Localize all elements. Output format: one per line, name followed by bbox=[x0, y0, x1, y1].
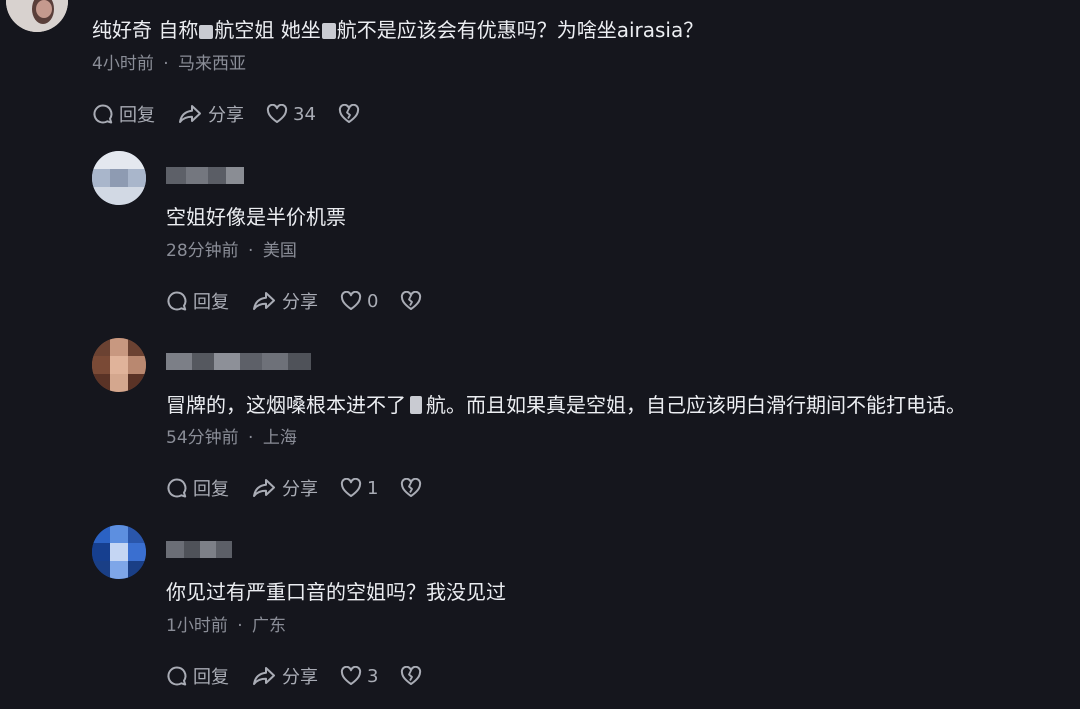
censored-text bbox=[321, 23, 336, 39]
comment-meta: 1小时前 · 广东 bbox=[166, 615, 286, 637]
comment-actions: 回复 分享 1 bbox=[166, 475, 444, 501]
share-arrow-icon bbox=[253, 292, 275, 310]
comment-thread: 纯好奇 自称 航空姐 她坐 航不是应该会有优惠吗？为啥坐airasia？ 4小时前 … bbox=[0, 0, 1080, 709]
username-blurred[interactable] bbox=[166, 167, 244, 184]
username-blurred[interactable] bbox=[166, 541, 232, 558]
avatar[interactable] bbox=[92, 151, 146, 205]
share-label: 分享 bbox=[282, 479, 318, 500]
comment-location: 马来西亚 bbox=[178, 54, 247, 74]
broken-heart-icon bbox=[401, 666, 422, 685]
meta-separator: · bbox=[163, 54, 169, 74]
heart-icon bbox=[340, 478, 362, 497]
broken-heart-icon bbox=[401, 478, 422, 497]
reply-button[interactable]: 回复 bbox=[92, 101, 155, 127]
reply-label: 回复 bbox=[193, 479, 229, 500]
dislike-button[interactable] bbox=[400, 478, 422, 498]
speech-bubble-icon bbox=[93, 104, 113, 124]
share-label: 分享 bbox=[282, 292, 318, 313]
censored-text bbox=[410, 396, 422, 414]
speech-bubble-icon bbox=[167, 291, 187, 311]
reply-label: 回复 bbox=[193, 292, 229, 313]
comment-time: 1小时前 bbox=[166, 616, 228, 636]
like-button[interactable]: 1 bbox=[340, 478, 378, 499]
heart-icon bbox=[340, 291, 362, 310]
like-count: 0 bbox=[367, 290, 379, 312]
share-button[interactable]: 分享 bbox=[177, 101, 244, 127]
avatar[interactable] bbox=[92, 338, 146, 392]
share-arrow-icon bbox=[253, 479, 275, 497]
comment-location: 广东 bbox=[252, 616, 287, 636]
share-button[interactable]: 分享 bbox=[251, 475, 318, 501]
like-count: 34 bbox=[293, 103, 316, 125]
dislike-button[interactable] bbox=[400, 291, 422, 311]
comment-location: 美国 bbox=[262, 241, 297, 261]
comment-meta: 4小时前 · 马来西亚 bbox=[92, 53, 246, 75]
comment-location: 上海 bbox=[262, 428, 297, 448]
speech-bubble-icon bbox=[167, 666, 187, 686]
reply-button[interactable]: 回复 bbox=[166, 475, 229, 501]
reply-button[interactable]: 回复 bbox=[166, 288, 229, 314]
comment-meta: 54分钟前 · 上海 bbox=[166, 427, 297, 449]
reply-label: 回复 bbox=[119, 105, 155, 126]
share-label: 分享 bbox=[208, 105, 244, 126]
comment-text: 你见过有严重口音的空姐吗？我没见过 bbox=[166, 580, 506, 604]
share-button[interactable]: 分享 bbox=[251, 288, 318, 314]
comment-meta: 28分钟前 · 美国 bbox=[166, 240, 297, 262]
heart-icon bbox=[340, 666, 362, 685]
reply-button[interactable]: 回复 bbox=[166, 663, 229, 689]
speech-bubble-icon bbox=[167, 478, 187, 498]
dislike-button[interactable] bbox=[338, 104, 360, 124]
comment-text: 纯好奇 自称 航空姐 她坐 航不是应该会有优惠吗？为啥坐airasia？ bbox=[92, 18, 704, 42]
heart-icon bbox=[266, 104, 288, 123]
share-button[interactable]: 分享 bbox=[251, 663, 318, 689]
username-blurred[interactable] bbox=[166, 353, 311, 370]
comment-time: 54分钟前 bbox=[166, 428, 239, 448]
comment-actions: 回复 分享 0 bbox=[166, 288, 444, 314]
avatar[interactable] bbox=[6, 0, 68, 32]
meta-separator: · bbox=[248, 428, 254, 448]
share-label: 分享 bbox=[282, 667, 318, 688]
comment-time: 4小时前 bbox=[92, 54, 154, 74]
meta-separator: · bbox=[237, 616, 243, 636]
comment-actions: 回复 分享 3 bbox=[166, 663, 444, 689]
censored-text bbox=[199, 25, 214, 39]
like-count: 3 bbox=[367, 665, 379, 687]
avatar[interactable] bbox=[92, 525, 146, 579]
reply-label: 回复 bbox=[193, 667, 229, 688]
comment-text: 冒牌的，这烟嗓根本进不了 航。而且如果真是空姐，自己应该明白滑行期间不能打电话。 bbox=[166, 393, 966, 417]
like-button[interactable]: 3 bbox=[340, 666, 378, 687]
comment-time: 28分钟前 bbox=[166, 241, 239, 261]
like-button[interactable]: 34 bbox=[266, 104, 316, 125]
broken-heart-icon bbox=[401, 291, 422, 310]
broken-heart-icon bbox=[338, 104, 360, 123]
comment-text: 空姐好像是半价机票 bbox=[166, 205, 346, 229]
like-button[interactable]: 0 bbox=[340, 291, 378, 312]
share-arrow-icon bbox=[179, 105, 201, 123]
share-arrow-icon bbox=[253, 667, 275, 685]
meta-separator: · bbox=[248, 241, 254, 261]
dislike-button[interactable] bbox=[400, 666, 422, 686]
comment-actions: 回复 分享 34 bbox=[92, 101, 382, 127]
like-count: 1 bbox=[367, 477, 379, 499]
